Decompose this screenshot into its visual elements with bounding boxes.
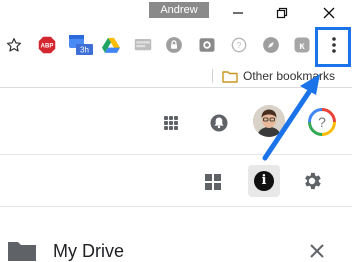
abp-label: ABP <box>41 44 54 50</box>
minimize-button[interactable] <box>215 0 261 26</box>
lock-extension-button[interactable] <box>164 35 184 55</box>
restore-button[interactable] <box>259 0 305 26</box>
camera-extension-button[interactable] <box>197 35 217 55</box>
puzzle-extension-icon: ĸ <box>294 37 310 53</box>
notifications-bell-icon[interactable] <box>210 113 228 133</box>
other-bookmarks-button[interactable]: Other bookmarks <box>222 66 335 86</box>
close-window-button[interactable] <box>306 0 352 26</box>
menu-highlight-box <box>315 27 351 67</box>
gear-icon <box>305 172 321 190</box>
view-details-button[interactable]: i <box>248 165 280 197</box>
calendar-extension-icon: 3h <box>69 35 93 55</box>
close-icon <box>310 244 324 258</box>
window-titlebar: Andrew <box>0 0 352 26</box>
extension-button[interactable] <box>133 35 153 55</box>
user-avatar[interactable] <box>253 105 285 137</box>
google-drive-icon <box>102 37 120 53</box>
profile-name-badge[interactable]: Andrew <box>149 2 209 18</box>
grid-view-icon[interactable] <box>205 174 221 190</box>
question-extension-button[interactable]: ? <box>229 35 249 55</box>
lock-extension-icon <box>166 37 182 53</box>
bookmarks-separator <box>212 69 213 83</box>
folder-icon <box>222 70 238 83</box>
google-apps-icon[interactable] <box>164 116 178 130</box>
google-drive-button[interactable] <box>101 35 121 55</box>
compass-extension-button[interactable] <box>261 35 281 55</box>
adblock-plus-icon: ABP <box>38 36 56 54</box>
calendar-extension-button[interactable]: 3h <box>68 35 94 55</box>
help-button[interactable]: ? <box>307 107 337 137</box>
svg-text:ĸ: ĸ <box>299 41 305 52</box>
help-symbol: ? <box>318 114 326 130</box>
bookmark-star-icon <box>6 38 22 52</box>
puzzle-extension-button[interactable]: ĸ <box>292 35 312 55</box>
other-bookmarks-label: Other bookmarks <box>243 69 336 83</box>
help-ring-icon: ? <box>308 108 336 136</box>
minimize-icon <box>233 12 243 14</box>
settings-button[interactable] <box>301 170 323 192</box>
close-icon <box>323 7 335 19</box>
extension-icon <box>134 39 152 51</box>
compass-extension-icon <box>263 37 279 53</box>
restore-icon <box>276 7 288 19</box>
bookmark-star-button[interactable] <box>4 35 24 55</box>
question-extension-icon: ? <box>231 37 247 53</box>
details-panel-title: My Drive <box>53 241 124 261</box>
svg-text:?: ? <box>237 41 242 50</box>
close-details-button[interactable] <box>309 243 325 259</box>
calendar-badge: 3h <box>80 46 89 55</box>
browser-toolbar: ABP 3h ? ĸ <box>0 26 352 64</box>
info-icon: i <box>254 171 274 191</box>
adblock-plus-button[interactable]: ABP <box>37 35 57 55</box>
drive-toolbar: i <box>0 155 352 207</box>
camera-extension-icon <box>199 38 215 52</box>
bookmarks-bar: Other bookmarks <box>0 64 352 88</box>
avatar-photo <box>253 105 285 137</box>
drive-header: ? <box>0 89 352 155</box>
my-drive-folder-icon <box>8 242 36 261</box>
